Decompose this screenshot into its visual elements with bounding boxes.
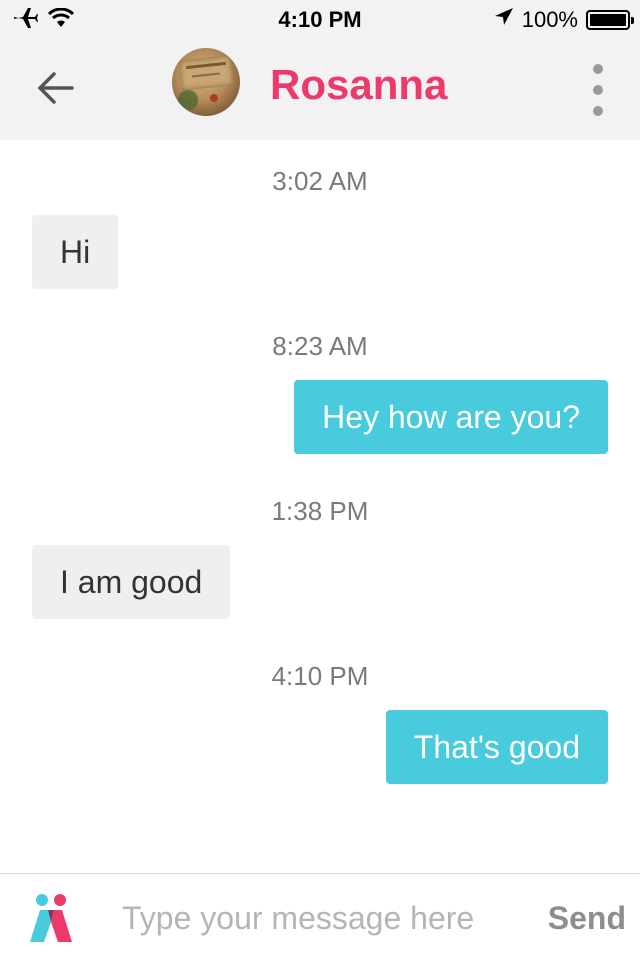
- status-bar: 4:10 PM 100%: [0, 0, 640, 40]
- more-vertical-icon: [593, 64, 603, 74]
- chat-header: Rosanna: [0, 40, 640, 140]
- message-input[interactable]: [122, 894, 512, 942]
- incoming-message-bubble[interactable]: I am good: [32, 545, 231, 619]
- outgoing-message-bubble[interactable]: That's good: [385, 710, 608, 784]
- status-right: 100%: [494, 6, 634, 34]
- message-timestamp: 4:10 PM: [271, 661, 369, 691]
- more-options-button[interactable]: [590, 64, 606, 116]
- app-logo-icon[interactable]: [26, 892, 76, 944]
- chat-screen: 4:10 PM 100% Rosanna 3:02 AM Hi 8:23 AM …: [0, 0, 640, 960]
- battery-fill: [590, 14, 626, 26]
- message-composer: Send: [0, 873, 640, 960]
- battery-tip: [631, 17, 634, 24]
- send-button[interactable]: Send: [548, 898, 626, 938]
- message-timestamp: 1:38 PM: [271, 496, 369, 526]
- battery-icon: [586, 10, 634, 30]
- back-arrow-icon: [36, 71, 76, 110]
- outgoing-message-bubble[interactable]: Hey how are you?: [294, 380, 608, 454]
- battery-percent: 100%: [521, 7, 578, 32]
- incoming-message-bubble[interactable]: Hi: [32, 215, 119, 289]
- message-timestamp: 8:23 AM: [272, 331, 368, 361]
- message-timestamp: 3:02 AM: [272, 166, 368, 196]
- back-button[interactable]: [32, 70, 80, 110]
- location-arrow-icon: [494, 7, 514, 33]
- contact-name[interactable]: Rosanna: [270, 60, 447, 110]
- avatar[interactable]: [172, 48, 240, 116]
